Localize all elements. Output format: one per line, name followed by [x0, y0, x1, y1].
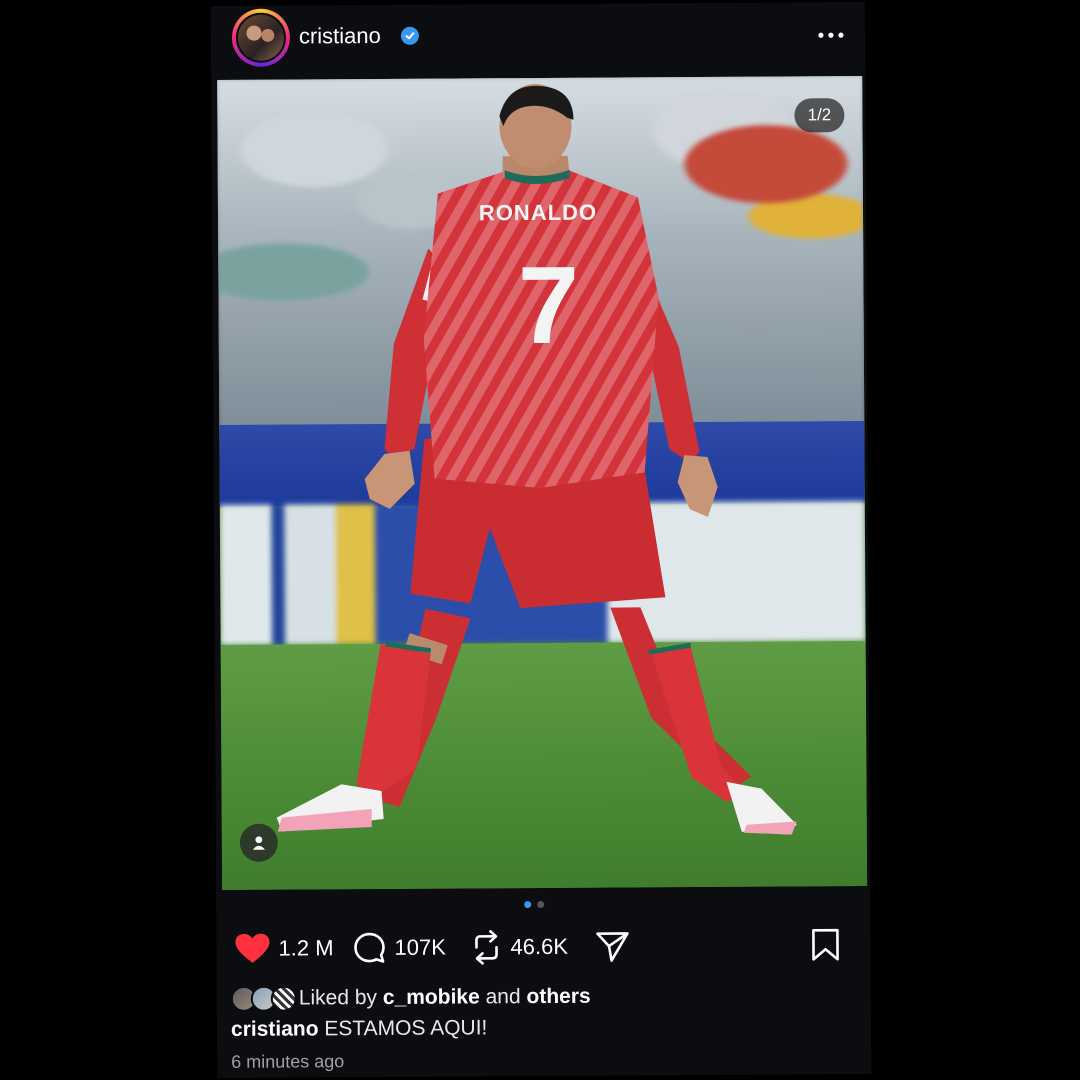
avatar[interactable] — [235, 12, 287, 63]
comment-action[interactable]: 107K — [352, 925, 446, 972]
liked-by-row[interactable]: Liked by c_mobike and others — [230, 982, 591, 1014]
share-action[interactable] — [594, 923, 630, 969]
caption-username[interactable]: cristiano — [231, 1017, 319, 1041]
carousel-dot — [537, 900, 545, 909]
liked-by-text: Liked by c_mobike and others — [298, 984, 591, 1010]
post-username[interactable]: cristiano — [299, 23, 381, 49]
repost-icon[interactable] — [470, 929, 502, 965]
verified-badge-icon — [400, 26, 419, 45]
story-ring[interactable] — [231, 8, 291, 67]
carousel-dot-active — [524, 901, 532, 909]
like-count: 1.2 M — [278, 935, 334, 961]
post-timestamp: 6 minutes ago — [231, 1051, 345, 1072]
post-caption: cristiano ESTAMOS AQUI! — [231, 1016, 488, 1042]
post-header: cristiano — [211, 2, 865, 78]
liked-by-others[interactable]: others — [526, 985, 590, 1008]
post-image[interactable]: RONALDO 7 1/2 — [217, 76, 868, 890]
share-icon[interactable] — [594, 929, 630, 963]
jersey-number: 7 — [518, 244, 580, 367]
liked-by-avatars — [230, 985, 299, 1012]
comment-icon[interactable] — [352, 931, 386, 965]
more-options-icon[interactable] — [817, 20, 845, 46]
bookmark-icon[interactable] — [810, 928, 840, 967]
carousel-indicator — [524, 900, 545, 909]
image-counter: 1/2 — [794, 98, 845, 133]
liker-avatar — [270, 985, 297, 1012]
user-tags-icon[interactable] — [239, 823, 278, 862]
post-container: cristiano RONALDO 7 1/2 1.2 M 107K 46.6K… — [210, 2, 872, 1078]
jersey-name: RONALDO — [479, 200, 597, 226]
repost-action[interactable]: 46.6K — [470, 924, 568, 971]
caption-text: ESTAMOS AQUI! — [324, 1016, 488, 1041]
like-action[interactable]: 1.2 M — [234, 925, 334, 972]
action-bar: 1.2 M 107K 46.6K — [234, 922, 844, 972]
repost-count: 46.6K — [510, 933, 569, 960]
liked-by-user[interactable]: c_mobike — [383, 985, 480, 1009]
player-figure: RONALDO 7 — [276, 84, 797, 835]
heart-icon[interactable] — [234, 933, 270, 965]
comment-count: 107K — [394, 934, 446, 960]
